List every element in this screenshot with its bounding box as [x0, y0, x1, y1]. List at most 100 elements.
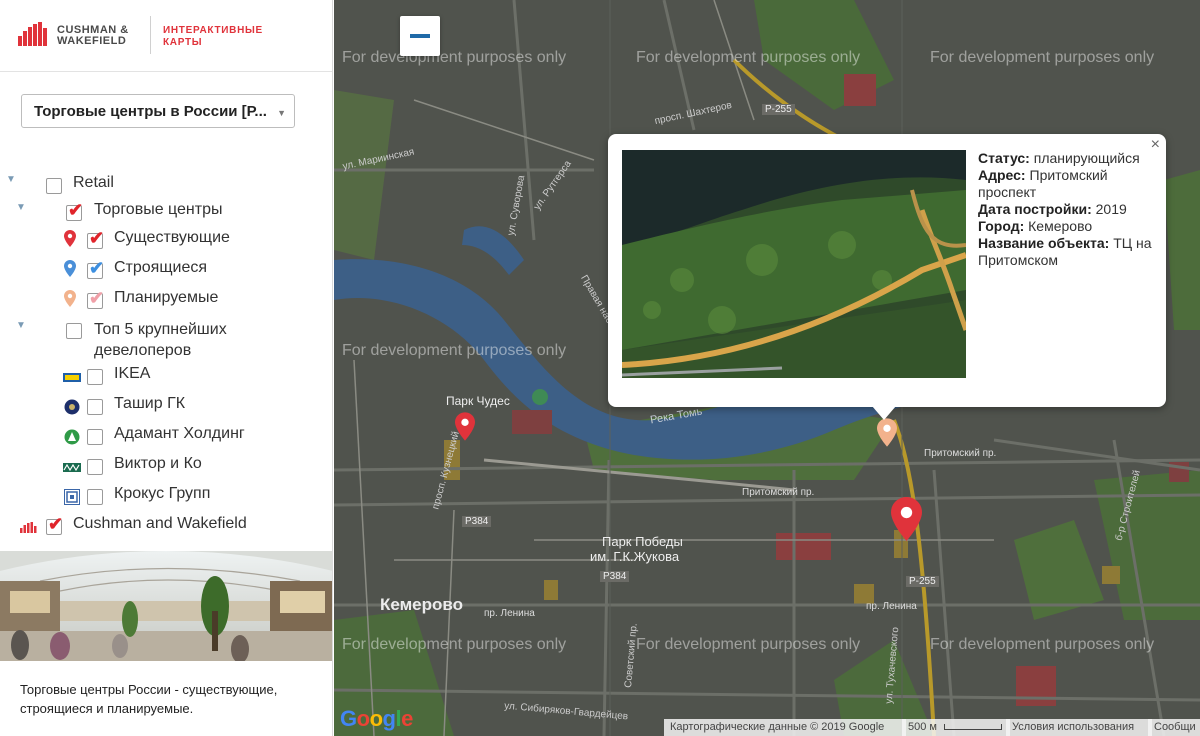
checkbox-building[interactable]: ✔ — [87, 259, 104, 279]
cushman-logo-icon — [18, 22, 47, 46]
popup-year-label: Дата постройки: — [978, 201, 1092, 217]
check-icon: ✔ — [48, 514, 64, 534]
tree-label-malls: Торговые центры — [94, 201, 223, 218]
checkbox-existing[interactable]: ✔ — [87, 229, 104, 249]
popup-status-value: планирующийся — [1033, 150, 1140, 166]
tree-item-adamant: Адамант Холдинг — [0, 425, 320, 451]
tashir-logo-icon — [64, 399, 80, 415]
brand-subtitle-line1: ИНТЕРАКТИВНЫЕ — [163, 25, 263, 36]
label-p384-1: Р384 — [462, 516, 492, 527]
checkbox-retail[interactable] — [46, 178, 62, 194]
brand-name-line2: WAKEFIELD — [57, 35, 127, 47]
expand-triangle-icon[interactable]: ▼ — [6, 174, 16, 185]
google-logo[interactable]: Google — [340, 706, 413, 732]
tree-label-tashir: Ташир ГК — [114, 395, 186, 412]
checkbox-adamant[interactable] — [87, 429, 103, 445]
tree-item-malls: ▼ ✔ Торговые центры — [0, 199, 320, 225]
popup-address-label: Адрес: — [978, 167, 1026, 183]
map-marker-planned[interactable] — [877, 418, 897, 447]
checkbox-tashir[interactable] — [87, 399, 103, 415]
label-city: Кемерово — [380, 595, 464, 614]
label-r255-2: Р-255 — [906, 576, 939, 587]
tree-label-top5: Топ 5 крупнейших девелоперов — [94, 319, 227, 361]
map-marker-existing[interactable] — [455, 412, 475, 441]
check-icon: ✔ — [89, 258, 105, 278]
tree-label-crocus: Крокус Групп — [114, 485, 211, 502]
map-canvas[interactable]: Парк Чудес Парк Победы им. Г.К.Жукова Ке… — [334, 0, 1200, 736]
label-pritomsky-2: Притомский пр. — [742, 487, 815, 498]
tree-label-existing: Существующие — [114, 229, 230, 246]
report-link[interactable]: Сообщи — [1148, 719, 1200, 736]
tree-label-adamant: Адамант Холдинг — [114, 425, 245, 442]
tree-item-cw: ✔ Cushman and Wakefield — [0, 515, 320, 541]
tree-item-tashir: Ташир ГК — [0, 395, 320, 421]
tree-item-planned: ✔ Планируемые — [0, 287, 320, 313]
adamant-logo-icon — [64, 429, 80, 445]
red-pin-icon — [64, 230, 76, 247]
check-icon: ✔ — [68, 200, 84, 220]
tree-item-existing: ✔ Существующие — [0, 227, 320, 253]
tree-item-top5: ▼ Топ 5 крупнейших девелоперов — [0, 317, 320, 361]
info-popup: × Статус: планирующийся Адрес: Притомски… — [608, 134, 1166, 407]
brand-subtitle: ИНТЕРАКТИВНЫЕ КАРТЫ — [163, 25, 263, 49]
expand-triangle-icon[interactable]: ▼ — [16, 202, 26, 213]
sidebar: CUSHMAN & WAKEFIELD ИНТЕРАКТИВНЫЕ КАРТЫ … — [0, 0, 333, 736]
check-icon: ✔ — [89, 288, 105, 308]
label-r255-1: Р-255 — [762, 104, 795, 115]
dev-watermark: For development purposes only — [930, 49, 1155, 66]
checkbox-planned[interactable]: ✔ — [87, 289, 104, 309]
checkbox-malls[interactable]: ✔ — [66, 201, 83, 221]
tree-label-top5-line2: девелоперов — [94, 342, 192, 359]
tree-item-ikea: IKEA — [0, 365, 320, 391]
dev-watermark: For development purposes only — [342, 636, 567, 653]
tree-item-building: ✔ Строящиеся — [0, 257, 320, 283]
label-park-pobedy-2: им. Г.К.Жукова — [590, 549, 680, 564]
checkbox-crocus[interactable] — [87, 489, 103, 505]
ikea-logo-icon — [63, 373, 81, 382]
checkbox-top5[interactable] — [66, 323, 82, 339]
label-p384-2: Р384 — [600, 571, 630, 582]
popup-satellite-image — [622, 150, 966, 378]
map-data-attribution[interactable]: Картографические данные © 2019 Google — [664, 719, 906, 736]
minus-icon — [410, 34, 430, 38]
tree-label-retail: Retail — [73, 174, 114, 191]
logo-divider — [150, 16, 151, 54]
checkbox-victor[interactable] — [87, 459, 103, 475]
checkbox-ikea[interactable] — [87, 369, 103, 385]
dev-watermark: For development purposes only — [342, 342, 567, 359]
popup-info: Статус: планирующийся Адрес: Притомский … — [978, 150, 1156, 269]
tree-item-retail: ▼ Retail — [0, 171, 320, 197]
popup-tail — [872, 406, 896, 420]
label-lenina-2: пр. Ленина — [484, 608, 535, 619]
tree-label-building: Строящиеся — [114, 259, 208, 276]
brand-subtitle-line2: КАРТЫ — [163, 37, 203, 48]
cushman-small-logo-icon — [20, 522, 37, 533]
scale-label: 500 м — [908, 721, 937, 733]
layer-select-value: Торговые центры в России [Р... — [34, 103, 267, 120]
layer-select[interactable]: Торговые центры в России [Р... ▼ — [21, 94, 295, 128]
popup-name-label: Название объекта: — [978, 235, 1110, 251]
tree-label-victor: Виктор и Ко — [114, 455, 202, 472]
label-pritomsky-1: Притомский пр. — [924, 448, 997, 459]
map-marker-existing-large[interactable] — [891, 497, 922, 541]
crocus-logo-icon — [64, 489, 80, 505]
scale-line — [944, 724, 1003, 731]
brand-name: CUSHMAN & WAKEFIELD — [57, 25, 129, 47]
dropdown-arrow-icon: ▼ — [277, 108, 286, 118]
check-icon: ✔ — [89, 228, 105, 248]
promo-description: Торговые центры России - существующие, с… — [20, 682, 278, 716]
tree-label-cw: Cushman and Wakefield — [73, 515, 247, 532]
tree-item-crocus: Крокус Групп — [0, 485, 320, 511]
popup-city-value: Кемерово — [1028, 218, 1093, 234]
blue-pin-icon — [64, 260, 76, 277]
label-park-chudes: Парк Чудес — [446, 394, 510, 408]
terms-link[interactable]: Условия использования — [1006, 719, 1152, 736]
promo-image — [0, 551, 332, 661]
popup-status-label: Статус: — [978, 150, 1030, 166]
label-lenina-1: пр. Ленина — [866, 601, 917, 612]
zoom-out-button[interactable] — [400, 16, 440, 56]
tree-label-top5-line1: Топ 5 крупнейших — [94, 321, 227, 338]
checkbox-cw[interactable]: ✔ — [46, 515, 63, 535]
expand-triangle-icon[interactable]: ▼ — [16, 320, 26, 331]
pink-pin-icon — [64, 290, 76, 307]
